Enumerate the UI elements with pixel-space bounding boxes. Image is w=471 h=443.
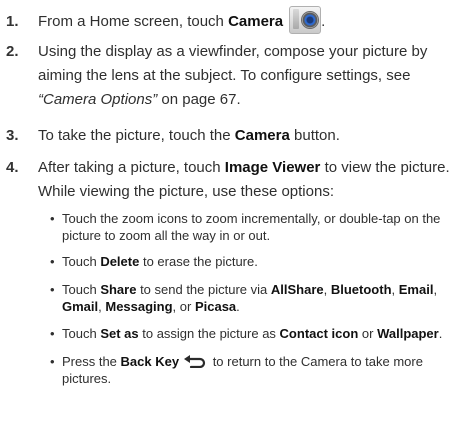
text-run: or	[358, 326, 378, 341]
picasa-label: Picasa	[194, 299, 237, 314]
bullet-text: Touch Set as to assign the picture as Co…	[62, 325, 466, 342]
text-run: button.	[289, 127, 340, 144]
bullet-text: Press the Back Key to return to the Came…	[62, 353, 466, 387]
text-run: , or	[172, 299, 195, 314]
wallpaper-label: Wallpaper	[377, 326, 439, 341]
text-run: Touch	[62, 326, 101, 341]
bullet-text: Touch Share to send the picture via AllS…	[62, 281, 466, 315]
share-label: Share	[100, 282, 137, 297]
text-run: .	[438, 326, 443, 341]
text-run: ,	[391, 282, 399, 297]
text-run: Press the	[62, 354, 121, 369]
text-run: From a Home screen, touch	[38, 13, 229, 30]
camera-options-link[interactable]: “Camera Options”	[38, 91, 157, 108]
step-text: To take the picture, touch the Camera bu…	[38, 124, 466, 148]
contact-icon-label: Contact icon	[279, 326, 359, 341]
step-number: 3.	[6, 127, 19, 144]
text-run: .	[236, 299, 240, 314]
text-run: Using the display as a viewfinder, compo…	[38, 43, 428, 84]
step-number: 2.	[6, 43, 19, 60]
text-run: .	[321, 13, 326, 30]
camera-label: Camera	[228, 13, 284, 30]
back-key-label: Back Key	[120, 354, 180, 369]
text-run: Touch	[62, 254, 101, 269]
step-text: After taking a picture, touch Image View…	[38, 156, 466, 204]
text-run: ,	[433, 282, 438, 297]
allshare-label: AllShare	[270, 282, 324, 297]
step-number: 1.	[6, 13, 19, 30]
camera-lens	[301, 11, 320, 30]
text-run: Touch the zoom icons to zoom incremental…	[62, 211, 441, 243]
bullet-text: Touch the zoom icons to zoom incremental…	[62, 210, 466, 244]
bullet-text: Touch Delete to erase the picture.	[62, 253, 466, 270]
bullet: •	[50, 211, 55, 226]
step-text: From a Home screen, touch Camera.	[38, 6, 466, 35]
messaging-label: Messaging	[105, 299, 173, 314]
bluetooth-label: Bluetooth	[330, 282, 392, 297]
delete-label: Delete	[100, 254, 140, 269]
text-run: ,	[323, 282, 331, 297]
text-run: on page 67.	[157, 91, 241, 108]
step-text: Using the display as a viewfinder, compo…	[38, 40, 466, 112]
back-key-icon	[184, 355, 206, 369]
camera-app-icon	[289, 6, 322, 35]
camera-button-label: Camera	[234, 127, 290, 144]
text-run: Touch	[62, 282, 101, 297]
bullet: •	[50, 354, 55, 369]
set-as-label: Set as	[100, 326, 139, 341]
gmail-label: Gmail	[62, 299, 99, 314]
bullet: •	[50, 254, 55, 269]
email-label: Email	[398, 282, 434, 297]
text-run: to assign the picture as	[138, 326, 280, 341]
text-run: to send the picture via	[136, 282, 271, 297]
manual-page: 1. From a Home screen, touch Camera. 2. …	[0, 0, 471, 443]
text-run: After taking a picture, touch	[38, 159, 225, 176]
bullet: •	[50, 326, 55, 341]
bullet: •	[50, 282, 55, 297]
step-number: 4.	[6, 159, 19, 176]
image-viewer-label: Image Viewer	[224, 159, 321, 176]
text-run: to erase the picture.	[139, 254, 258, 269]
text-run: To take the picture, touch the	[38, 127, 235, 144]
